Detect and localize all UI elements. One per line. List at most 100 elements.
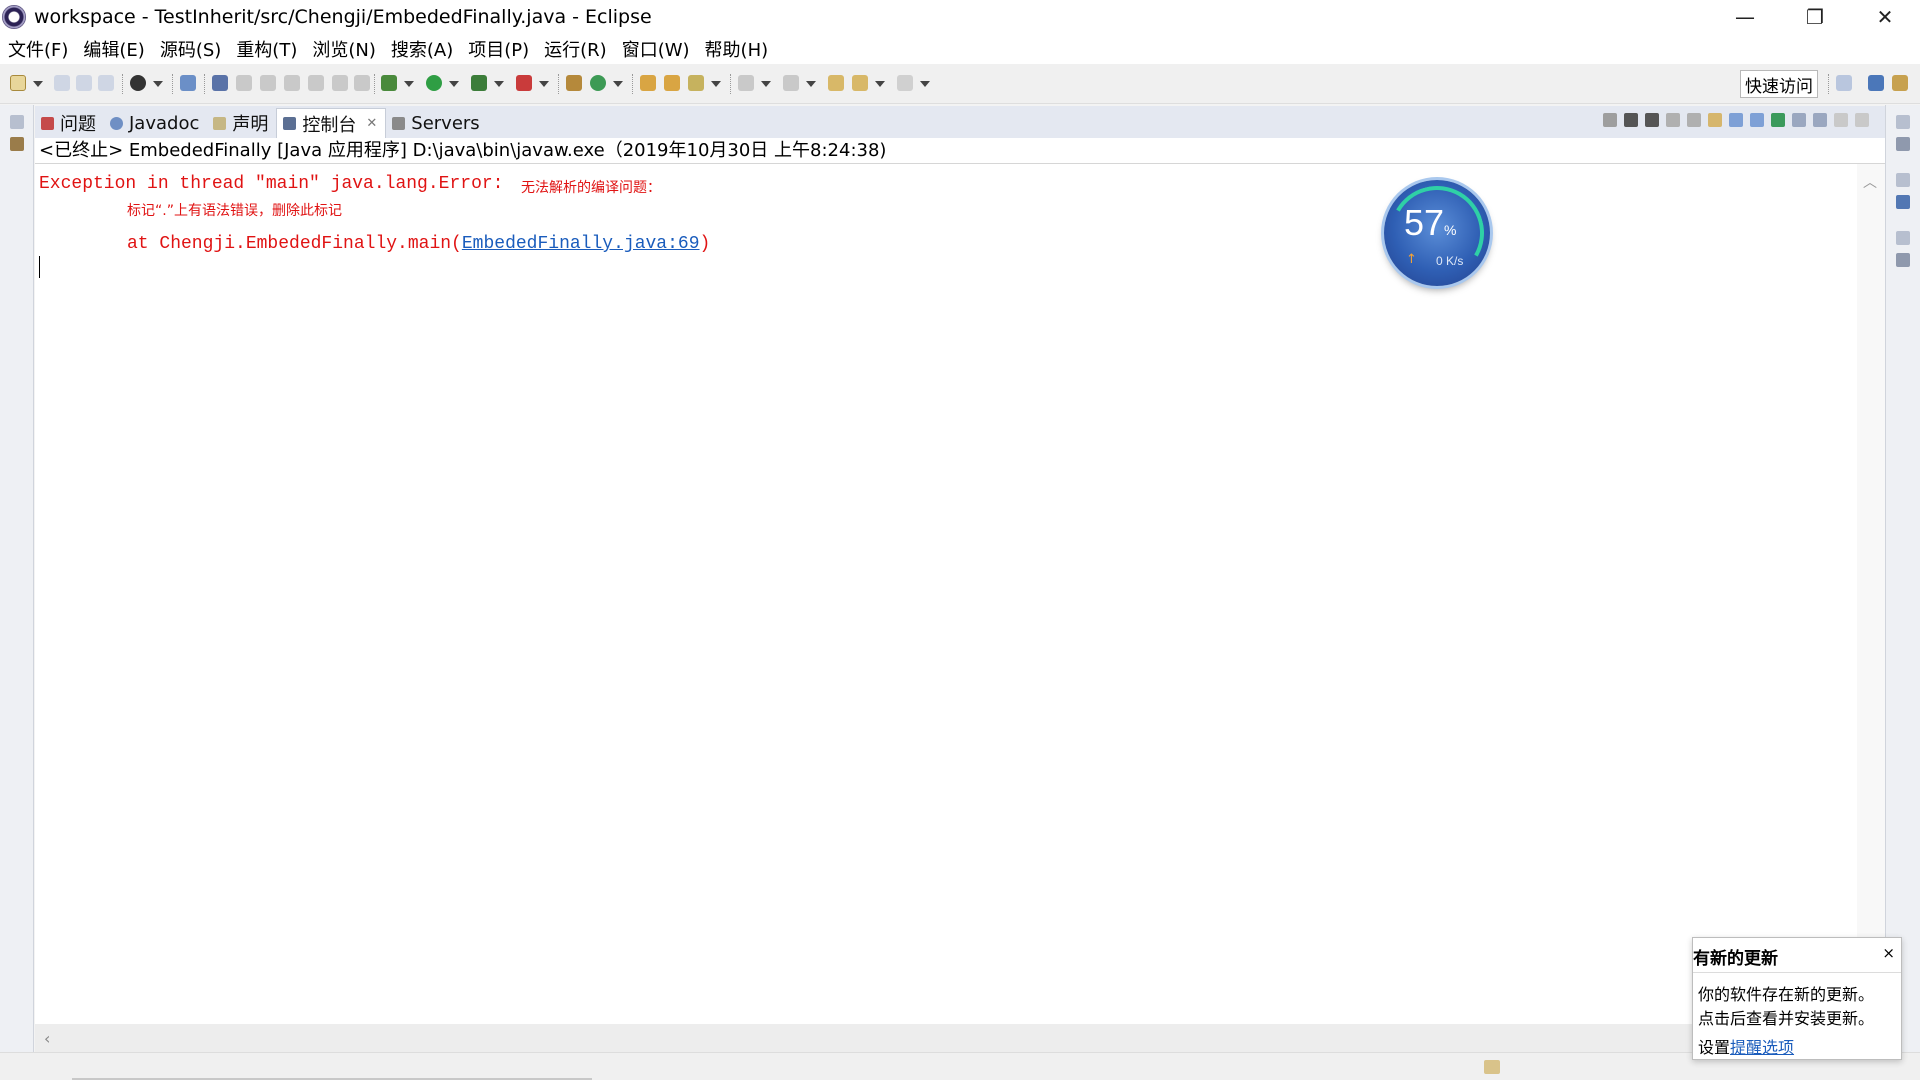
step-over-icon[interactable] [354,75,370,91]
new-java-project-icon[interactable] [566,75,582,91]
tab-servers[interactable]: Servers [386,108,487,138]
menu-window[interactable]: 窗口(W) [622,36,690,62]
dropdown-arrow-icon[interactable] [153,81,163,87]
search-dropdown-arrow-icon[interactable] [711,81,721,87]
tab-console[interactable]: 控制台 ✕ [276,108,387,138]
debug-perspective-icon[interactable] [130,75,146,91]
terminal-icon[interactable] [180,75,196,91]
forward-icon[interactable] [897,75,913,91]
coverage-icon[interactable] [471,75,487,91]
skip-breakpoints-icon[interactable] [212,75,228,91]
new-dropdown-arrow-icon[interactable] [33,81,43,87]
exception-detail: 无法解析的编译问题： [521,180,661,196]
open-perspective-icon[interactable] [1836,75,1852,91]
tab-declaration[interactable]: 声明 [207,108,276,138]
minimize-button[interactable]: — [1710,0,1780,34]
open-task-icon[interactable] [664,75,680,91]
menu-source[interactable]: 源码(S) [160,36,221,62]
save-all-icon[interactable] [76,75,92,91]
menu-navigate[interactable]: 浏览(N) [312,36,376,62]
open-console-icon[interactable] [1813,113,1827,127]
run-dropdown-arrow-icon[interactable] [449,81,459,87]
tab-problems[interactable]: 问题 [35,108,104,138]
task-list-icon[interactable] [1896,137,1910,151]
reminder-options-link[interactable]: 提醒选项 [1730,1038,1794,1057]
previous-annotation-dropdown-arrow-icon[interactable] [806,81,816,87]
show-on-output-icon[interactable] [1729,113,1743,127]
restore-icon[interactable] [10,115,24,129]
new-file-icon[interactable] [10,75,26,91]
window-title: workspace - TestInherit/src/Chengji/Embe… [34,6,652,28]
save-icon[interactable] [54,75,70,91]
menu-refactor[interactable]: 重构(T) [236,36,297,62]
menu-project[interactable]: 项目(P) [468,36,529,62]
javadoc-icon [110,116,123,130]
external-tools-dropdown-arrow-icon[interactable] [539,81,549,87]
gauge-speed: 0 K/s [1436,254,1464,268]
debug-icon[interactable] [381,75,397,91]
resume-icon[interactable] [236,75,252,91]
console-output[interactable]: Exception in thread "main" java.lang.Err… [35,164,1857,1024]
run-icon[interactable] [426,75,442,91]
step-into-icon[interactable] [332,75,348,91]
maximize-button[interactable]: ❐ [1780,0,1850,34]
open-type-icon[interactable] [640,75,656,91]
scroll-left-icon[interactable]: ‹ [44,1029,50,1048]
exception-line: Exception in thread "main" java.lang.Err… [39,174,515,194]
minimize-view-icon[interactable] [1834,113,1848,127]
stack-trace-link[interactable]: EmbededFinally.java:69 [462,234,700,254]
menu-run[interactable]: 运行(R) [544,36,607,62]
vertical-scrollbar[interactable] [1857,164,1885,1024]
last-edit-location-icon[interactable] [828,75,844,91]
remove-launch-icon[interactable] [1624,113,1638,127]
status-folder-icon[interactable] [1484,1060,1500,1074]
print-icon[interactable] [98,75,114,91]
package-explorer-icon[interactable] [10,137,24,151]
coverage-dropdown-arrow-icon[interactable] [494,81,504,87]
back-dropdown-arrow-icon[interactable] [875,81,885,87]
view-icon[interactable] [1896,253,1910,267]
java-perspective-icon[interactable] [1868,75,1884,91]
terminate-icon[interactable] [284,75,300,91]
search-icon[interactable] [688,75,704,91]
external-tools-icon[interactable] [516,75,532,91]
back-icon[interactable] [852,75,868,91]
network-speed-gauge[interactable]: 57% ↑ 0 K/s [1379,175,1495,291]
right-trim-stack [1885,105,1920,1080]
previous-annotation-icon[interactable] [783,75,799,91]
tab-javadoc[interactable]: Javadoc [104,108,207,138]
close-window-button[interactable]: ✕ [1850,0,1920,34]
show-on-error-icon[interactable] [1750,113,1764,127]
word-wrap-icon[interactable] [1708,113,1722,127]
remove-all-launches-icon[interactable] [1645,113,1659,127]
menu-help[interactable]: 帮助(H) [705,36,769,62]
next-annotation-dropdown-arrow-icon[interactable] [761,81,771,87]
restore-icon[interactable] [1896,115,1910,129]
disconnect-icon[interactable] [308,75,324,91]
new-class-dropdown-arrow-icon[interactable] [613,81,623,87]
update-notification[interactable]: 有新的更新 × 你的软件存在新的更新。 点击后查看并安装更新。 设置提醒选项 [1692,937,1902,1060]
restore-icon[interactable] [1896,231,1910,245]
update-close-button[interactable]: × [1882,944,1895,962]
debug-dropdown-arrow-icon[interactable] [404,81,414,87]
debug-perspective-switch-icon[interactable] [1892,75,1908,91]
new-java-class-icon[interactable] [590,75,606,91]
scroll-lock-icon[interactable] [1687,113,1701,127]
next-annotation-icon[interactable] [738,75,754,91]
close-tab-icon[interactable]: ✕ [366,116,377,131]
restore-icon[interactable] [1896,173,1910,187]
horizontal-scrollbar[interactable] [35,1024,1857,1052]
suspend-icon[interactable] [260,75,276,91]
pin-console-icon[interactable] [1771,113,1785,127]
outline-icon[interactable] [1896,195,1910,209]
quick-access-field[interactable]: 快速访问 [1740,70,1818,98]
maximize-view-icon[interactable] [1855,113,1869,127]
clear-console-icon[interactable] [1666,113,1680,127]
terminate-icon[interactable] [1603,113,1617,127]
scroll-up-icon[interactable]: ︿ [1863,172,1877,192]
menu-search[interactable]: 搜索(A) [391,36,453,62]
menu-file[interactable]: 文件(F) [8,36,68,62]
menu-edit[interactable]: 编辑(E) [83,36,144,62]
display-console-icon[interactable] [1792,113,1806,127]
forward-dropdown-arrow-icon[interactable] [920,81,930,87]
